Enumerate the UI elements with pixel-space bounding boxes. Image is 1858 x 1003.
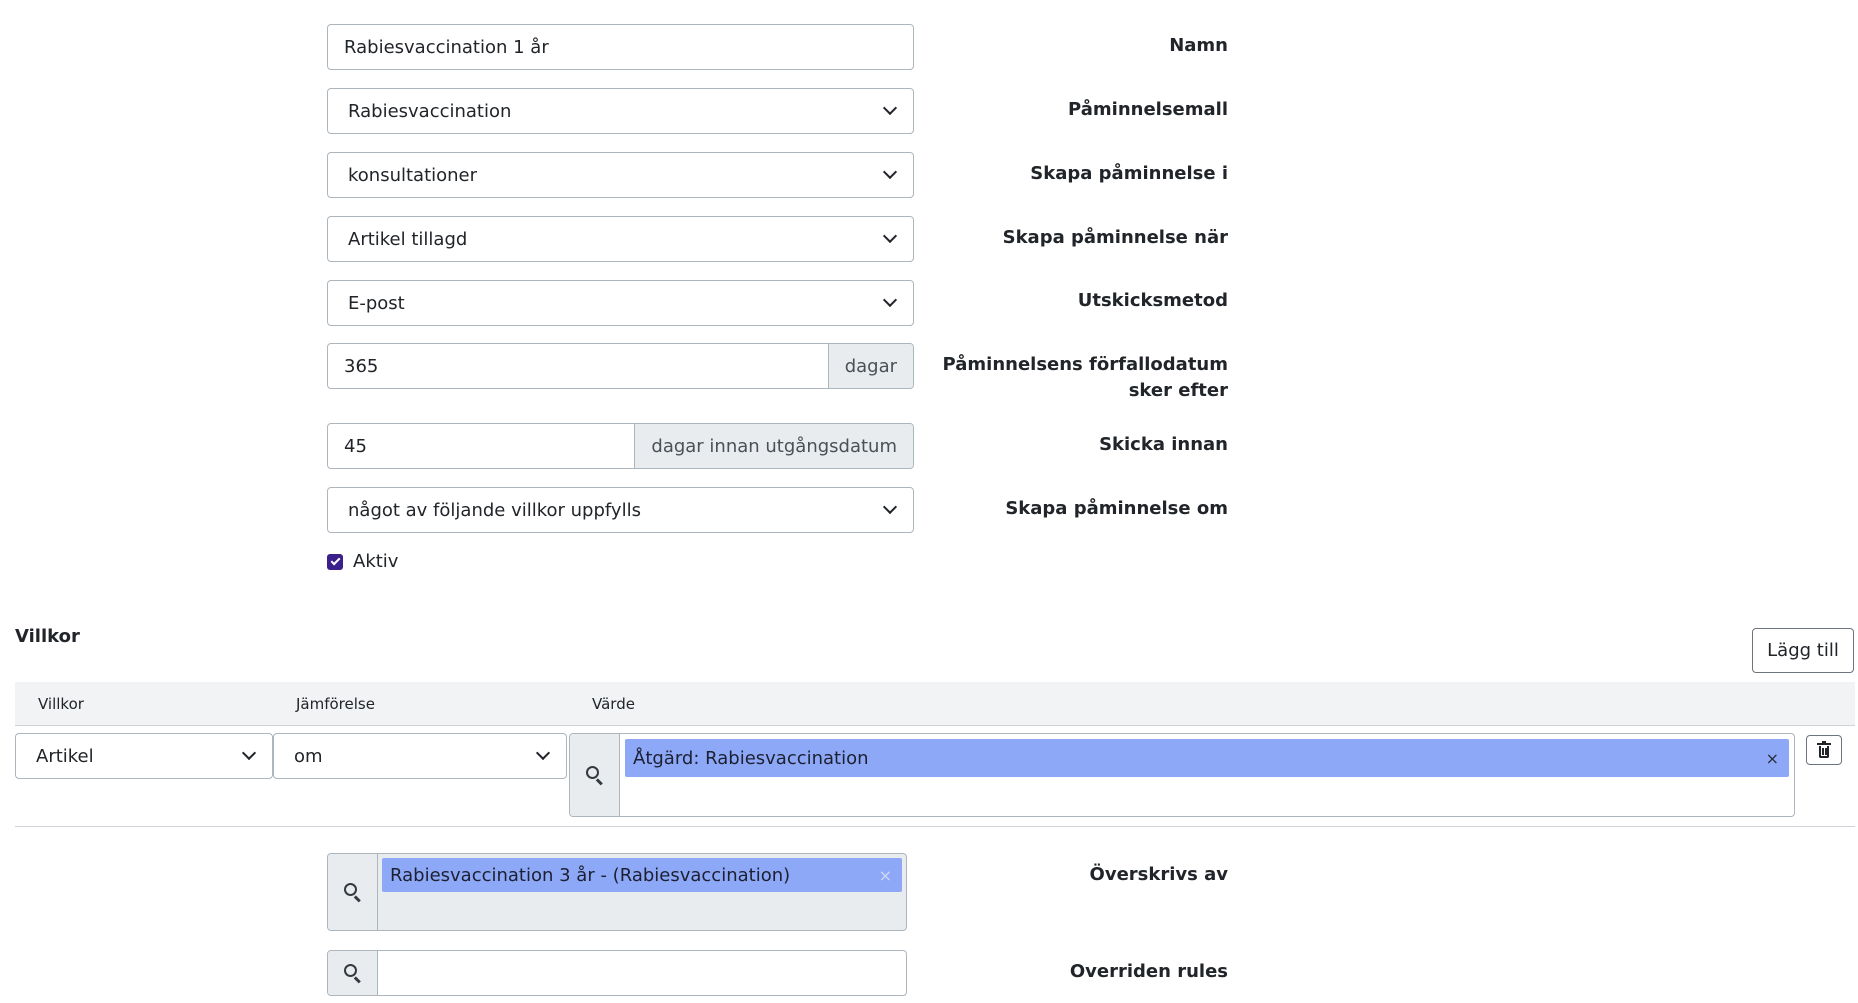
- overridden-by-label: Överskrivs av: [1089, 864, 1228, 885]
- checkmark-icon: [330, 555, 340, 566]
- trash-icon: [1817, 740, 1831, 758]
- overridden-by-search-button[interactable]: [328, 854, 378, 930]
- overridden-rules-search-button[interactable]: [328, 951, 378, 995]
- create-when-select[interactable]: Artikel tillagd: [327, 216, 914, 262]
- send-before-input-group: 45 dagar innan utgångsdatum: [327, 423, 914, 469]
- overridden-by-search-group: Rabiesvaccination 3 år - (Rabiesvaccinat…: [327, 853, 907, 931]
- conditions-title: Villkor: [15, 626, 80, 647]
- overridden-by-tag-label: Rabiesvaccination 3 år - (Rabiesvaccinat…: [390, 864, 791, 886]
- template-select-value: Rabiesvaccination: [348, 100, 512, 122]
- overridden-rules-input[interactable]: [378, 951, 906, 995]
- due-after-label: Påminnelsens förfallodatum sker efter: [928, 352, 1228, 404]
- delete-condition-button[interactable]: [1806, 735, 1842, 765]
- conditions-table-header: Villkor Jämförelse Värde: [15, 682, 1855, 726]
- overridden-by-tag: Rabiesvaccination 3 år - (Rabiesvaccinat…: [382, 858, 902, 892]
- active-label: Aktiv: [353, 551, 399, 572]
- active-checkbox[interactable]: [327, 553, 343, 570]
- create-in-label: Skapa påminnelse i: [1030, 163, 1228, 184]
- search-icon: [343, 883, 362, 903]
- chevron-down-icon: [535, 745, 551, 761]
- chevron-down-icon: [882, 228, 898, 244]
- template-label: Påminnelsemall: [1068, 99, 1228, 120]
- send-before-input[interactable]: 45: [328, 424, 634, 468]
- send-method-select-value: E-post: [348, 292, 405, 314]
- overridden-by-tag-area[interactable]: Rabiesvaccination 3 år - (Rabiesvaccinat…: [378, 854, 906, 930]
- create-in-select[interactable]: konsultationer: [327, 152, 914, 198]
- active-checkbox-row[interactable]: Aktiv: [327, 551, 398, 572]
- name-label: Namn: [1169, 35, 1228, 56]
- template-select[interactable]: Rabiesvaccination: [327, 88, 914, 134]
- comparison-select[interactable]: om: [273, 733, 567, 779]
- due-after-input[interactable]: 365: [328, 344, 828, 388]
- chevron-down-icon: [882, 164, 898, 180]
- due-after-input-group: 365 dagar: [327, 343, 914, 389]
- search-icon: [585, 766, 604, 786]
- send-before-unit: dagar innan utgångsdatum: [634, 424, 913, 468]
- chevron-down-icon: [241, 745, 257, 761]
- remove-tag-icon[interactable]: ×: [1766, 749, 1779, 768]
- overridden-rules-label: Overriden rules: [1069, 961, 1228, 982]
- search-icon: [343, 964, 362, 984]
- value-tag-label: Åtgärd: Rabiesvaccination: [633, 747, 869, 769]
- create-when-select-value: Artikel tillagd: [348, 228, 468, 250]
- create-in-select-value: konsultationer: [348, 164, 478, 186]
- name-input[interactable]: Rabiesvaccination 1 år: [327, 24, 914, 70]
- chevron-down-icon: [882, 499, 898, 515]
- comparison-select-value: om: [294, 745, 323, 767]
- create-when-label: Skapa påminnelse när: [1002, 227, 1228, 248]
- create-if-label: Skapa påminnelse om: [1005, 498, 1228, 519]
- remove-tag-icon[interactable]: ×: [879, 866, 892, 885]
- reminder-rule-form: Namn Rabiesvaccination 1 år Påminnelsema…: [0, 0, 1858, 1003]
- create-if-select-value: något av följande villkor uppfylls: [348, 499, 641, 521]
- send-method-label: Utskicksmetod: [1077, 290, 1228, 311]
- due-after-label-line1: Påminnelsens förfallodatum: [942, 354, 1228, 375]
- value-tag: Åtgärd: Rabiesvaccination ×: [625, 739, 1789, 777]
- create-if-select[interactable]: något av följande villkor uppfylls: [327, 487, 914, 533]
- due-after-unit: dagar: [827, 344, 913, 388]
- add-condition-button[interactable]: Lägg till: [1752, 628, 1854, 673]
- send-before-label: Skicka innan: [1099, 434, 1228, 455]
- chevron-down-icon: [882, 292, 898, 308]
- chevron-down-icon: [882, 100, 898, 116]
- send-method-select[interactable]: E-post: [327, 280, 914, 326]
- value-tag-area[interactable]: Åtgärd: Rabiesvaccination ×: [620, 734, 1794, 816]
- value-search-group: Åtgärd: Rabiesvaccination ×: [569, 733, 1795, 817]
- section-divider: [15, 826, 1855, 827]
- header-condition: Villkor: [38, 695, 84, 713]
- header-comparison: Jämförelse: [296, 695, 375, 713]
- due-after-label-line2: sker efter: [1128, 380, 1228, 401]
- header-value: Värde: [592, 695, 635, 713]
- value-search-button[interactable]: [570, 734, 620, 816]
- condition-select[interactable]: Artikel: [15, 733, 273, 779]
- overridden-rules-search-group: [327, 950, 907, 996]
- condition-select-value: Artikel: [36, 745, 94, 767]
